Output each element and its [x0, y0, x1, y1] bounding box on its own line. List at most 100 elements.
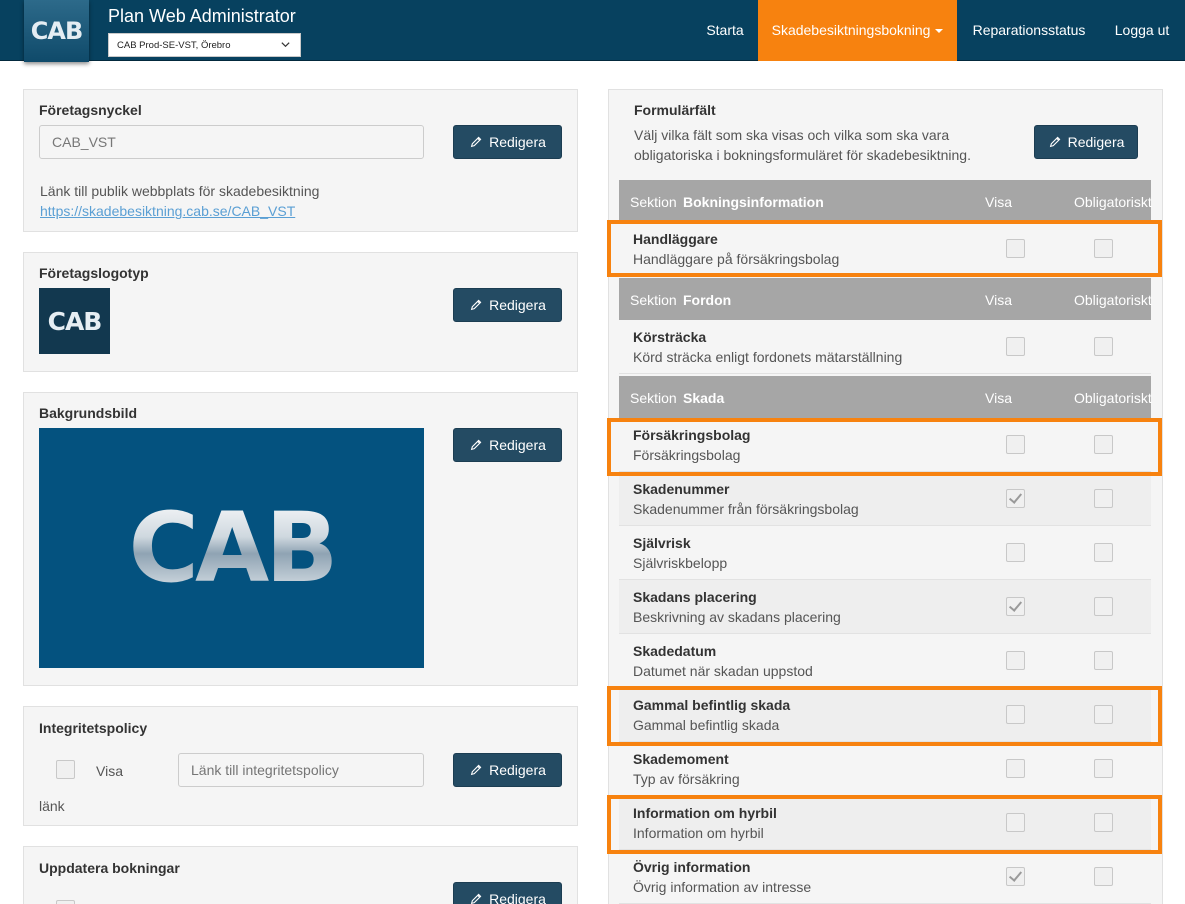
obligatoriskt-checkbox[interactable] [1094, 597, 1113, 616]
edit-company-key-button[interactable]: Redigera [453, 125, 562, 159]
button-label: Redigera [489, 437, 546, 453]
pencil-icon [1049, 136, 1060, 148]
visa-checkbox[interactable] [1006, 435, 1025, 454]
obligatoriskt-checkbox[interactable] [1094, 543, 1113, 562]
obligatoriskt-checkbox[interactable] [1094, 337, 1113, 356]
section-prefix: Sektion [630, 194, 677, 210]
obligatoriskt-column-header: Obligatoriskt [1074, 292, 1152, 308]
field-description: Information om hyrbil [633, 825, 764, 841]
obligatoriskt-checkbox[interactable] [1094, 705, 1113, 724]
field-row-forsakringsbolag: Försäkringsbolag Försäkringsbolag [619, 418, 1151, 472]
background-image: CAB [39, 428, 424, 668]
field-description: Skadenummer från försäkringsbolag [633, 501, 859, 517]
field-name: Skadedatum [633, 643, 717, 659]
edit-logo-button[interactable]: Redigera [453, 288, 562, 322]
field-row-gammal-befintlig-skada: Gammal befintlig skada Gammal befintlig … [619, 688, 1151, 742]
nav-logga-ut[interactable]: Logga ut [1103, 0, 1181, 61]
field-description: Datumet när skadan uppstod [633, 663, 813, 679]
field-name: Skadans placering [633, 589, 757, 605]
button-label: Redigera [1067, 134, 1125, 150]
section-name: Skada [683, 390, 725, 406]
field-description: Handläggare på försäkringsbolag [633, 251, 840, 267]
visa-checkbox[interactable] [1006, 705, 1025, 724]
visa-column-header: Visa [985, 292, 1012, 308]
field-name: Körsträcka [633, 329, 707, 345]
obligatoriskt-column-header: Obligatoriskt [1074, 390, 1152, 406]
obligatoriskt-checkbox[interactable] [1094, 813, 1113, 832]
app-title: Plan Web Administrator [108, 6, 296, 26]
pencil-icon [470, 136, 482, 148]
visa-checkbox[interactable] [1006, 489, 1025, 508]
background-image-panel: Bakgrundsbild CAB Redigera [23, 392, 578, 686]
logo-text: CAB [30, 17, 83, 45]
panel-title: Uppdatera bokningar [39, 860, 180, 876]
nav-starta[interactable]: Starta [694, 0, 756, 61]
form-fields-description-line2: obligatoriska i bokningsformuläret för s… [634, 147, 971, 163]
field-description: Beskrivning av skadans placering [633, 609, 841, 625]
public-link-label: Länk till publik webbplats för skadebesi… [40, 183, 320, 199]
obligatoriskt-checkbox[interactable] [1094, 239, 1113, 258]
field-row-information-om-hyrbil: Information om hyrbil Information om hyr… [619, 796, 1151, 850]
pencil-icon [470, 893, 482, 904]
edit-background-button[interactable]: Redigera [453, 428, 562, 462]
company-logo-image: CAB [39, 288, 110, 354]
section-header-bokningsinformation: Sektion Bokningsinformation Visa Obligat… [619, 180, 1152, 222]
field-row-korstracka: Körsträcka Körd sträcka enligt fordonets… [619, 320, 1151, 374]
pencil-icon [470, 299, 482, 311]
checkbox-label-continued: länk [39, 798, 65, 814]
panel-title: Företagsnyckel [39, 102, 142, 118]
visa-checkbox[interactable] [1006, 813, 1025, 832]
visa-column-header: Visa [985, 194, 1012, 210]
edit-update-button[interactable]: Redigera [453, 882, 562, 904]
panel-title: Formulärfält [634, 102, 716, 118]
button-label: Redigera [489, 297, 546, 313]
nav-reparationsstatus[interactable]: Reparationsstatus [962, 0, 1096, 61]
company-key-input[interactable]: CAB_VST [39, 125, 424, 159]
field-row-sjalvrisk: Självrisk Självriskbelopp [619, 526, 1151, 580]
privacy-visa-checkbox[interactable] [56, 760, 75, 779]
section-header-skada: Sektion Skada Visa Obligatoriskt [619, 376, 1152, 418]
public-link[interactable]: https://skadebesiktning.cab.se/CAB_VST [40, 203, 295, 219]
section-prefix: Sektion [630, 292, 677, 308]
visa-checkbox[interactable] [1006, 651, 1025, 670]
field-description: Gammal befintlig skada [633, 717, 780, 733]
field-description: Försäkringsbolag [633, 447, 741, 463]
top-navbar: CAB Plan Web Administrator CAB Prod-SE-V… [0, 0, 1185, 62]
update-bookings-checkbox[interactable] [56, 900, 75, 904]
visa-checkbox[interactable] [1006, 597, 1025, 616]
privacy-link-input[interactable] [178, 753, 424, 787]
field-name: Skadenummer [633, 481, 730, 497]
edit-form-fields-button[interactable]: Redigera [1034, 125, 1138, 159]
section-name: Bokningsinformation [683, 194, 824, 210]
logo-text: CAB [47, 306, 103, 336]
edit-privacy-button[interactable]: Redigera [453, 753, 562, 787]
field-row-handlaggare: Handläggare Handläggare på försäkringsbo… [619, 222, 1151, 276]
field-description: Självriskbelopp [633, 555, 728, 571]
obligatoriskt-checkbox[interactable] [1094, 651, 1113, 670]
visa-checkbox[interactable] [1006, 337, 1025, 356]
obligatoriskt-checkbox[interactable] [1094, 489, 1113, 508]
field-description: Typ av försäkring [633, 771, 740, 787]
visa-checkbox[interactable] [1006, 759, 1025, 778]
organization-select[interactable]: CAB Prod-SE-VST, Örebro [108, 33, 301, 57]
nav-logga-ut-label: Logga ut [1114, 22, 1170, 38]
obligatoriskt-checkbox[interactable] [1094, 435, 1113, 454]
obligatoriskt-checkbox[interactable] [1094, 759, 1113, 778]
update-bookings-panel: Uppdatera bokningar Redigera [23, 846, 578, 904]
nav-skadebesiktningsbokning[interactable]: Skadebesiktningsbokning [758, 0, 957, 61]
visa-checkbox[interactable] [1006, 239, 1025, 258]
caret-down-icon [935, 29, 944, 34]
cab-logo[interactable]: CAB [24, 0, 89, 62]
form-fields-description-line1: Välj vilka fält som ska visas och vilka … [634, 127, 950, 143]
obligatoriskt-checkbox[interactable] [1094, 867, 1113, 886]
field-name: Skademoment [633, 751, 729, 767]
field-description: Övrig information av intresse [633, 879, 812, 895]
field-row-skadans-placering: Skadans placering Beskrivning av skadans… [619, 580, 1151, 634]
visa-checkbox[interactable] [1006, 543, 1025, 562]
button-label: Redigera [489, 762, 546, 778]
visa-column-header: Visa [985, 390, 1012, 406]
visa-checkbox[interactable] [1006, 867, 1025, 886]
nav-skadebesiktningsbokning-label: Skadebesiktningsbokning [771, 22, 931, 38]
nav-starta-label: Starta [706, 22, 744, 38]
field-description: Körd sträcka enligt fordonets mätarställ… [633, 349, 903, 365]
